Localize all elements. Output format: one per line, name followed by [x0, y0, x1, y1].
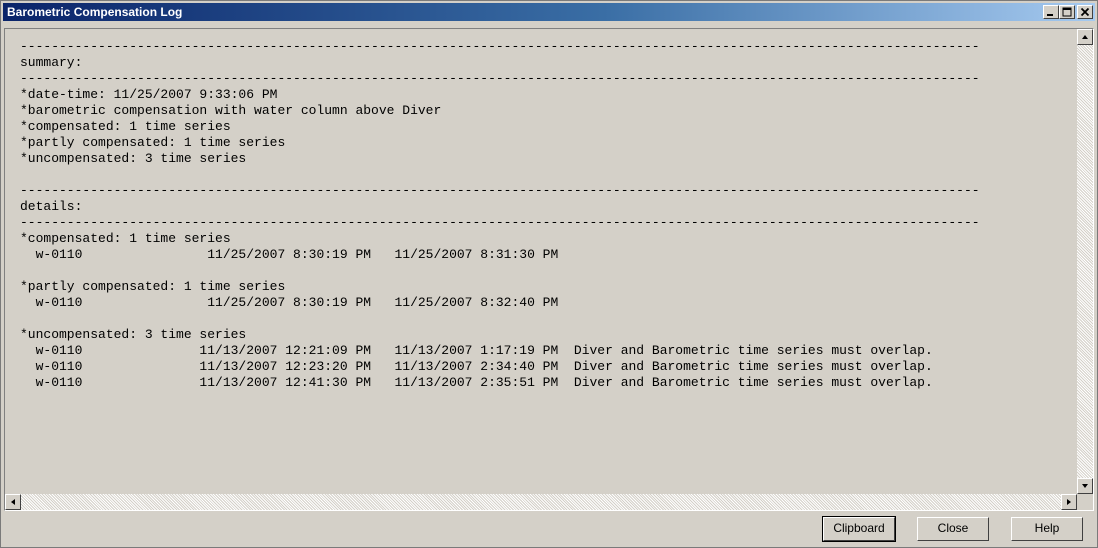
log-line: *partly compensated: 1 time series — [20, 135, 286, 150]
window-controls — [1043, 5, 1093, 19]
log-line: *compensated: 1 time series — [20, 231, 231, 246]
log-line: details: — [20, 199, 83, 214]
scroll-left-button[interactable] — [5, 494, 21, 510]
scrollbar-corner — [1077, 494, 1093, 510]
compensation-log-window: Barometric Compensation Log ------------… — [0, 0, 1098, 548]
window-title: Barometric Compensation Log — [7, 5, 183, 19]
arrow-right-icon — [1067, 499, 1071, 505]
log-line: w-0110 11/25/2007 8:30:19 PM 11/25/2007 … — [20, 247, 559, 262]
close-window-button[interactable] — [1077, 5, 1093, 19]
title-bar[interactable]: Barometric Compensation Log — [3, 3, 1095, 21]
vertical-scrollbar[interactable] — [1077, 29, 1093, 494]
close-button[interactable]: Close — [917, 517, 989, 541]
log-line: ----------------------------------------… — [20, 215, 980, 230]
arrow-down-icon — [1082, 484, 1088, 488]
clipboard-button[interactable]: Clipboard — [822, 516, 896, 542]
scroll-up-button[interactable] — [1077, 29, 1093, 45]
log-line: w-0110 11/13/2007 12:21:09 PM 11/13/2007… — [20, 343, 933, 358]
log-line: summary: — [20, 55, 83, 70]
log-line: w-0110 11/13/2007 12:41:30 PM 11/13/2007… — [20, 375, 933, 390]
log-line: *barometric compensation with water colu… — [20, 103, 442, 118]
arrow-left-icon — [11, 499, 15, 505]
log-text-area[interactable]: ----------------------------------------… — [4, 28, 1094, 511]
log-line: ----------------------------------------… — [20, 71, 980, 86]
minimize-button[interactable] — [1043, 5, 1059, 19]
log-line: *uncompensated: 3 time series — [20, 327, 247, 342]
log-line: *compensated: 1 time series — [20, 119, 231, 134]
log-line: w-0110 11/13/2007 12:23:20 PM 11/13/2007… — [20, 359, 933, 374]
log-line: *uncompensated: 3 time series — [20, 151, 247, 166]
log-line: *partly compensated: 1 time series — [20, 279, 286, 294]
minimize-icon — [1047, 14, 1053, 16]
log-content: ----------------------------------------… — [20, 39, 980, 391]
log-line: w-0110 11/25/2007 8:30:19 PM 11/25/2007 … — [20, 295, 559, 310]
horizontal-scrollbar[interactable] — [5, 494, 1077, 510]
maximize-button[interactable] — [1059, 5, 1075, 19]
maximize-icon — [1062, 7, 1072, 17]
log-line: *date-time: 11/25/2007 9:33:06 PM — [20, 87, 278, 102]
scroll-down-button[interactable] — [1077, 478, 1093, 494]
help-button[interactable]: Help — [1011, 517, 1083, 541]
scroll-right-button[interactable] — [1061, 494, 1077, 510]
arrow-up-icon — [1082, 35, 1088, 39]
close-icon — [1080, 7, 1090, 17]
log-line: ----------------------------------------… — [20, 183, 980, 198]
log-line: ----------------------------------------… — [20, 39, 980, 54]
